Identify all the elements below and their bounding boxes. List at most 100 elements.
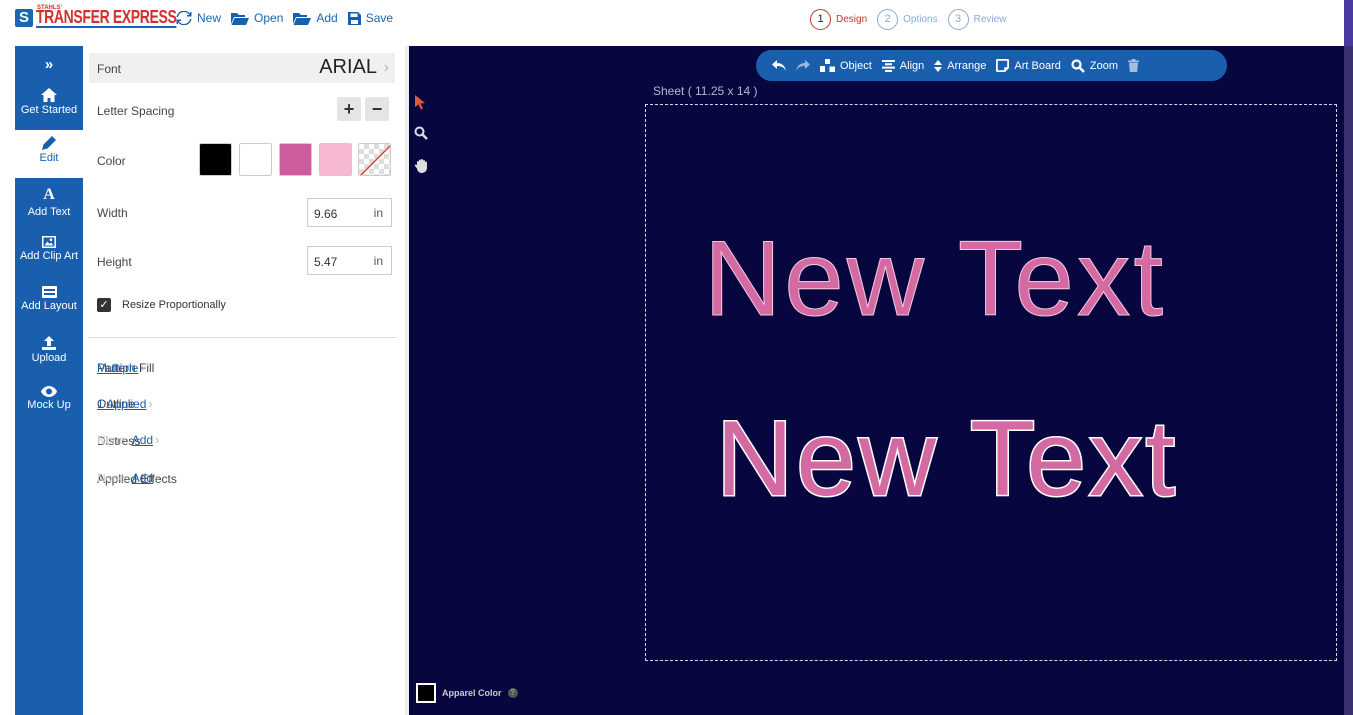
width-input[interactable]: 9.66 in bbox=[307, 198, 392, 227]
letter-spacing-increase-button[interactable]: + bbox=[337, 97, 361, 121]
resize-proportionally-label: Resize Proportionally bbox=[122, 299, 226, 311]
outline-setting: 1 Applied › bbox=[97, 396, 393, 411]
height-unit: in bbox=[373, 254, 383, 268]
align-button[interactable]: Align bbox=[881, 59, 925, 72]
height-value: 5.47 bbox=[314, 255, 338, 269]
hand-icon bbox=[414, 159, 427, 173]
sidebar-item-add-clip-art[interactable]: Add Clip Art bbox=[15, 236, 83, 262]
step-number: 3 bbox=[947, 9, 969, 30]
logo-mark: S bbox=[15, 9, 33, 27]
applied-effects-setting: None Add › bbox=[97, 470, 393, 485]
chevron-double-right-icon: » bbox=[44, 56, 54, 73]
redo-icon bbox=[796, 59, 810, 71]
print-sheet-area bbox=[645, 104, 1337, 661]
step-options[interactable]: 2 Options bbox=[877, 9, 938, 30]
chevron-right-icon: › bbox=[148, 396, 153, 411]
top-bar: S STAHLS' TRANSFER EXPRESS New Open Add … bbox=[0, 0, 1353, 42]
chevron-right-icon: › bbox=[155, 432, 160, 447]
align-label: Align bbox=[899, 59, 925, 72]
zoom-button[interactable]: Zoom bbox=[1071, 58, 1118, 73]
add-label: Add bbox=[316, 11, 338, 25]
step-label: Options bbox=[903, 14, 938, 25]
sidebar-item-upload[interactable]: Upload bbox=[15, 336, 83, 364]
pan-tool[interactable] bbox=[414, 158, 429, 178]
folder-open-icon bbox=[231, 12, 250, 25]
resize-proportionally-checkbox[interactable]: ✓ bbox=[97, 298, 111, 312]
folder-open-icon bbox=[293, 12, 312, 25]
page-edge bbox=[1344, 0, 1353, 46]
sidebar-collapse-toggle[interactable]: » bbox=[15, 56, 83, 75]
logo-text: TRANSFER EXPRESS bbox=[36, 7, 177, 28]
new-label: New bbox=[197, 11, 222, 25]
object-button[interactable]: Object bbox=[820, 59, 872, 72]
apparel-color-control[interactable]: Apparel Color ? bbox=[416, 683, 518, 703]
zoom-label: Zoom bbox=[1089, 59, 1118, 72]
delete-button[interactable] bbox=[1128, 59, 1139, 72]
add-button[interactable]: Add bbox=[293, 11, 338, 25]
arrange-label: Arrange bbox=[947, 59, 987, 72]
sheet-size-label: Sheet ( 11.25 x 14 ) bbox=[653, 84, 758, 98]
canvas-text-object[interactable]: New Text bbox=[703, 216, 1166, 340]
home-icon bbox=[41, 88, 57, 102]
zoom-tool[interactable] bbox=[414, 126, 428, 145]
sidebar-item-add-text[interactable]: A Add Text bbox=[15, 186, 83, 218]
help-icon[interactable]: ? bbox=[507, 688, 518, 698]
sidebar-item-edit[interactable]: Edit bbox=[15, 130, 83, 178]
divider bbox=[89, 337, 397, 338]
canvas-text-object-selected[interactable]: New Text bbox=[714, 396, 1178, 520]
no-color-icon bbox=[359, 144, 390, 175]
cursor-arrow-icon bbox=[415, 95, 425, 110]
layout-icon bbox=[41, 286, 57, 298]
apparel-color-swatch[interactable] bbox=[416, 683, 436, 703]
step-design[interactable]: 1 Design bbox=[810, 9, 867, 30]
save-button[interactable]: Save bbox=[347, 11, 393, 25]
object-label: Object bbox=[840, 59, 872, 72]
pattern-fill-link[interactable]: Multiple bbox=[97, 361, 138, 375]
effects-status: None bbox=[97, 471, 126, 485]
arrange-button[interactable]: Arrange bbox=[934, 59, 987, 72]
distress-setting: None Add › bbox=[97, 432, 393, 447]
sort-arrows-icon bbox=[934, 59, 943, 72]
plus-icon: + bbox=[343, 99, 355, 119]
distress-add-link[interactable]: Add bbox=[132, 433, 153, 447]
upload-icon bbox=[42, 336, 56, 350]
color-swatch-pink[interactable] bbox=[279, 143, 312, 176]
font-value: ARIAL bbox=[319, 56, 377, 78]
step-label: Review bbox=[973, 14, 1007, 25]
redo-button[interactable] bbox=[796, 59, 810, 72]
new-button[interactable]: New bbox=[176, 11, 221, 25]
step-number: 1 bbox=[810, 9, 831, 30]
properties-panel: Font ARIAL › Letter Spacing + − Color Wi… bbox=[83, 46, 405, 715]
step-number: 2 bbox=[877, 9, 899, 30]
art-board-button[interactable]: Art Board bbox=[996, 59, 1061, 72]
open-label: Open bbox=[254, 11, 284, 25]
color-swatch-none[interactable] bbox=[358, 143, 391, 176]
chevron-right-icon: › bbox=[383, 59, 389, 76]
file-actions: New Open Add Save bbox=[176, 11, 393, 25]
color-swatch-light-pink[interactable] bbox=[319, 143, 352, 176]
sidebar-item-get-started[interactable]: Get Started bbox=[15, 88, 83, 116]
chevron-right-icon: › bbox=[155, 470, 160, 485]
floppy-icon bbox=[347, 11, 361, 25]
select-tool[interactable] bbox=[414, 94, 426, 115]
effects-add-link[interactable]: Add bbox=[132, 471, 153, 485]
design-canvas[interactable]: Object Align Arrange Art Board Zoom Shee… bbox=[409, 46, 1344, 715]
image-icon bbox=[42, 236, 56, 248]
sidebar-item-mock-up[interactable]: Mock Up bbox=[15, 386, 83, 411]
sidebar-item-label: Upload bbox=[31, 352, 67, 364]
open-button[interactable]: Open bbox=[231, 11, 283, 25]
tool-sidebar: » Get Started Edit A Add Text Add Clip A… bbox=[15, 46, 83, 715]
outline-link[interactable]: 1 Applied bbox=[97, 397, 146, 411]
font-selector[interactable]: Font ARIAL › bbox=[89, 53, 395, 83]
height-input[interactable]: 5.47 in bbox=[307, 246, 392, 275]
right-edge-strip bbox=[1344, 46, 1353, 715]
undo-icon bbox=[772, 59, 786, 71]
progress-steps: 1 Design 2 Options 3 Review bbox=[810, 9, 1006, 30]
sidebar-item-add-layout[interactable]: Add Layout bbox=[15, 286, 83, 312]
step-review[interactable]: 3 Review bbox=[947, 9, 1007, 30]
letter-spacing-decrease-button[interactable]: − bbox=[365, 97, 389, 121]
color-swatch-white[interactable] bbox=[239, 143, 272, 176]
undo-button[interactable] bbox=[772, 59, 786, 72]
color-swatch-black[interactable] bbox=[199, 143, 232, 176]
width-value: 9.66 bbox=[314, 207, 338, 221]
